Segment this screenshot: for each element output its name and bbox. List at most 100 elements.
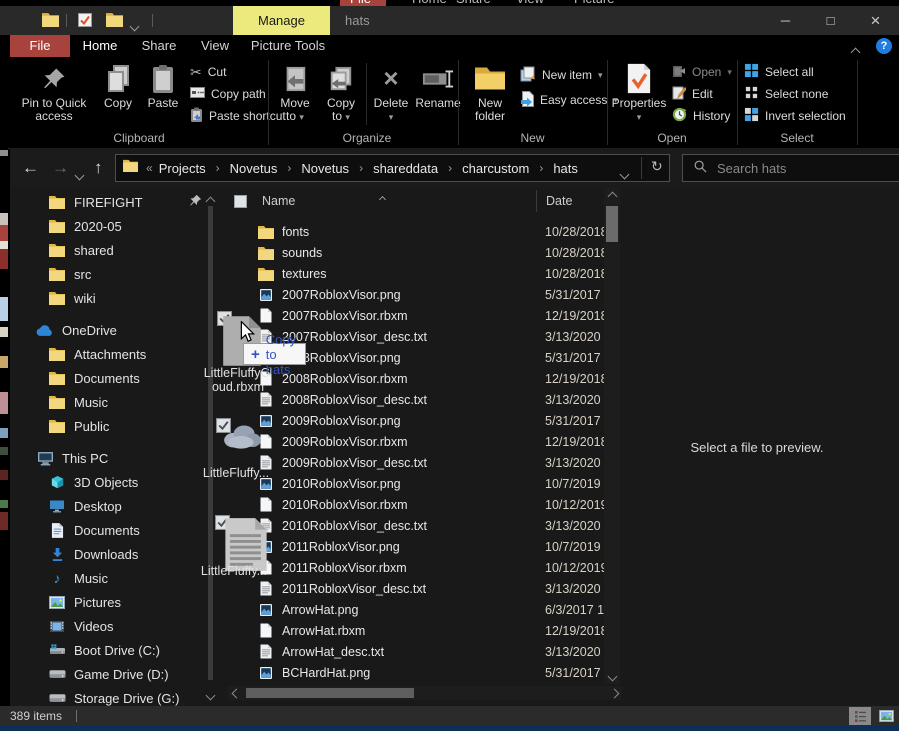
file-row[interactable]: 2007RobloxVisor.rbxm 12/19/2018 (228, 305, 606, 326)
file-row[interactable]: 2009RobloxVisor_desc.txt 3/13/2020 8 (228, 452, 606, 473)
folder-icon[interactable] (42, 12, 59, 32)
sidebar-item-attachments[interactable]: Attachments (10, 342, 204, 366)
address-bar[interactable]: « Projects›Novetus›Novetus›shareddata›ch… (115, 154, 670, 182)
file-row[interactable]: sounds 10/28/2018 (228, 242, 606, 263)
sidebar-item-3d-objects[interactable]: 3D Objects (10, 470, 204, 494)
qat-dropdown-icon[interactable] (131, 17, 138, 35)
breadcrumb-separator-icon[interactable]: › (531, 161, 551, 175)
breadcrumb-overflow-indicator[interactable]: « (146, 161, 153, 175)
breadcrumb-item-shareddata[interactable]: shareddata (371, 161, 440, 176)
tab-view[interactable]: View (188, 35, 242, 57)
scroll-right-icon[interactable] (606, 685, 622, 701)
contextual-tab-manage[interactable]: Manage (233, 6, 330, 35)
tab-picture-tools[interactable]: Picture Tools (242, 35, 334, 57)
sidebar-item-game-drive-d[interactable]: Game Drive (D:) (10, 662, 204, 686)
sidebar-item-firefight[interactable]: FIREFIGHT (10, 190, 204, 214)
refresh-icon[interactable]: ↻ (651, 158, 663, 175)
sidebar-item-music[interactable]: Music (10, 390, 204, 414)
sidebar-item-this-pc[interactable]: This PC (10, 446, 204, 470)
folder-icon[interactable] (106, 12, 123, 32)
easy-access-button[interactable]: Easy access ▾ (520, 90, 618, 110)
scroll-down-icon[interactable] (207, 686, 214, 704)
close-button[interactable]: × (853, 6, 898, 35)
sidebar-item-2020-05[interactable]: 2020-05 (10, 214, 204, 238)
file-list-hscrollbar[interactable] (228, 686, 622, 700)
delete-button[interactable]: × Delete▾ (369, 60, 413, 124)
tab-file[interactable]: File (10, 35, 70, 57)
scroll-up-icon[interactable] (604, 188, 620, 204)
file-row[interactable]: BCHardHat.png 5/31/2017 7 (228, 662, 606, 683)
properties-button[interactable]: Properties▾ (610, 60, 668, 124)
up-arrow-icon[interactable]: ↑ (94, 148, 103, 188)
column-header-name[interactable]: Name (262, 194, 295, 208)
column-header-date[interactable]: Date (546, 194, 572, 208)
sidebar-item-onedrive[interactable]: OneDrive (10, 318, 204, 342)
sidebar-item-boot-drive-c[interactable]: Boot Drive (C:) (10, 638, 204, 662)
search-input[interactable] (715, 160, 879, 177)
file-row[interactable]: 2009RobloxVisor.png 5/31/2017 7 (228, 410, 606, 431)
sidebar-item-src[interactable]: src (10, 262, 204, 286)
file-row[interactable]: 2010RobloxVisor.png 10/7/2019 3 (228, 473, 606, 494)
copy-button[interactable]: Copy (96, 60, 140, 110)
history-button[interactable]: History (672, 106, 730, 126)
breadcrumb-item-hats[interactable]: hats (551, 161, 580, 176)
tab-share[interactable]: Share (130, 35, 188, 57)
breadcrumb-separator-icon[interactable]: › (208, 161, 228, 175)
breadcrumb-item-novetus[interactable]: Novetus (228, 161, 280, 176)
open-button[interactable]: Open ▾ (672, 62, 732, 82)
sidebar-item-public[interactable]: Public (10, 414, 204, 438)
sidebar-item-documents[interactable]: Documents (10, 518, 204, 542)
rename-button[interactable]: Rename (413, 60, 463, 110)
sidebar-item-documents[interactable]: Documents (10, 366, 204, 390)
sidebar-item-pictures[interactable]: Pictures (10, 590, 204, 614)
select-all-checkbox[interactable] (234, 195, 247, 211)
scroll-left-icon[interactable] (228, 685, 244, 701)
sidebar-item-desktop[interactable]: Desktop (10, 494, 204, 518)
breadcrumb-separator-icon[interactable]: › (279, 161, 299, 175)
search-box[interactable] (682, 154, 899, 182)
new-item-button[interactable]: New item ▾ (520, 65, 603, 85)
pin-to-quick-access-button[interactable]: Pin to Quickaccess (12, 60, 96, 123)
sidebar-item-shared[interactable]: shared (10, 238, 204, 262)
breadcrumb-item-novetus[interactable]: Novetus (299, 161, 351, 176)
paste-button[interactable]: Paste (140, 60, 186, 110)
checkbox-icon[interactable] (78, 13, 92, 32)
breadcrumb-separator-icon[interactable]: › (351, 161, 371, 175)
sidebar-item-downloads[interactable]: Downloads (10, 542, 204, 566)
file-row[interactable]: textures 10/28/2018 (228, 263, 606, 284)
sidebar-item-wiki[interactable]: wiki (10, 286, 204, 310)
sidebar-item-storage-drive-g[interactable]: Storage Drive (G:) (10, 686, 204, 706)
sidebar-item-videos[interactable]: Videos (10, 614, 204, 638)
back-arrow-icon[interactable]: ← (22, 148, 39, 188)
copy-path-button[interactable]: Copy path (190, 84, 266, 104)
tab-home[interactable]: Home (70, 35, 130, 57)
copy-to-button[interactable]: Copyto ▾ (318, 60, 364, 124)
select-all-button[interactable]: Select all (744, 62, 814, 82)
file-row[interactable]: ArrowHat.png 6/3/2017 11 (228, 599, 606, 620)
cut-button[interactable]: ✂ Cut (190, 62, 226, 82)
recent-locations-icon[interactable] (76, 166, 83, 184)
invert-selection-button[interactable]: Invert selection (744, 106, 846, 126)
details-view-button[interactable] (849, 707, 871, 725)
scrollbar-thumb[interactable] (208, 206, 213, 680)
file-row[interactable]: 2009RobloxVisor.rbxm 12/19/2018 (228, 431, 606, 452)
thumbnail-view-button[interactable] (875, 707, 897, 725)
breadcrumb-item-projects[interactable]: Projects (157, 161, 208, 176)
scrollbar-thumb[interactable] (246, 688, 414, 698)
help-icon[interactable]: ? (876, 38, 892, 54)
move-to-button[interactable]: Moveto ▾ (272, 60, 318, 124)
file-row[interactable]: 2011RobloxVisor.png 10/7/2019 3 (228, 536, 606, 557)
file-row[interactable]: ArrowHat.rbxm 12/19/2018 (228, 620, 606, 641)
file-row[interactable]: ArrowHat_desc.txt 3/13/2020 8 (228, 641, 606, 662)
address-dropdown-icon[interactable] (621, 165, 628, 183)
edit-button[interactable]: Edit (672, 84, 713, 104)
sidebar-item-music[interactable]: ♪ Music (10, 566, 204, 590)
file-row[interactable]: 2011RobloxVisor_desc.txt 3/13/2020 8 (228, 578, 606, 599)
breadcrumb-item-charcustom[interactable]: charcustom (460, 161, 531, 176)
file-row[interactable]: fonts 10/28/2018 (228, 221, 606, 242)
file-row[interactable]: 2010RobloxVisor.rbxm 10/12/2019 (228, 494, 606, 515)
forward-arrow-icon[interactable]: → (52, 148, 69, 188)
file-row[interactable]: 2010RobloxVisor_desc.txt 3/13/2020 8 (228, 515, 606, 536)
select-none-button[interactable]: Select none (744, 84, 828, 104)
sidebar-scrollbar[interactable] (205, 190, 217, 696)
